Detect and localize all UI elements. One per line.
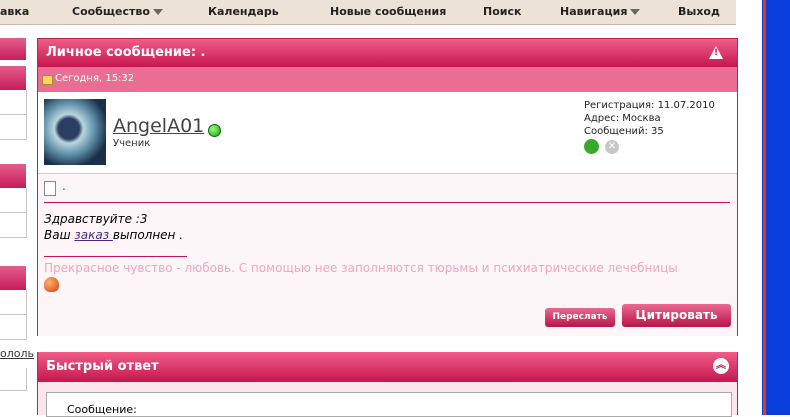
sidebar-row[interactable]: [0, 213, 27, 238]
sidebar-row[interactable]: [0, 368, 27, 391]
post-date-bar: Сегодня, 15:32: [38, 67, 737, 92]
user-address: Адрес: Москва: [584, 113, 661, 124]
post-document-icon: [44, 181, 56, 196]
nav-item-community[interactable]: Сообщество: [72, 5, 163, 18]
avatar[interactable]: [44, 99, 106, 165]
divider: [44, 202, 730, 203]
sidebar-link[interactable]: ололь: [0, 347, 34, 360]
message-line: Здравствуйте :3: [44, 212, 148, 226]
sidebar-header: [0, 266, 26, 290]
sidebar-fragment: ололь: [0, 38, 34, 415]
chevron-down-icon: [152, 9, 163, 15]
sidebar-header: [0, 164, 26, 188]
top-navbar: авка Сообщество Календарь Новые сообщени…: [0, 0, 736, 25]
panel-header: Личное сообщение: . !: [38, 39, 737, 67]
report-icon[interactable]: !: [709, 46, 723, 59]
quote-button[interactable]: Цитировать: [622, 304, 731, 327]
post-status-icon: [42, 75, 53, 85]
sidebar-row[interactable]: [0, 188, 27, 213]
window-gap: [736, 0, 762, 415]
sidebar-header: [0, 38, 26, 60]
username-link[interactable]: AngelA01: [113, 115, 204, 137]
window-edge: [762, 0, 790, 415]
offline-messenger-icon[interactable]: ✕: [605, 140, 619, 154]
nav-item-calendar[interactable]: Календарь: [208, 5, 279, 18]
quick-reply-panel: Быстрый ответ ︽ Сообщение:: [37, 352, 738, 417]
sidebar-row[interactable]: [0, 115, 27, 140]
message-label: Сообщение:: [67, 403, 137, 416]
panel-title: Личное сообщение: .: [46, 45, 206, 60]
sidebar-header: [0, 66, 26, 90]
user-role: Ученик: [113, 138, 151, 149]
quick-reply-body: Сообщение:: [38, 382, 737, 417]
sidebar-row[interactable]: [0, 90, 27, 115]
signature-divider: [44, 256, 187, 257]
user-info-row: AngelA01 Ученик Регистрация: 11.07.2010 …: [38, 93, 737, 173]
quick-reply-box: Сообщение:: [46, 392, 732, 417]
message-line: Ваш заказ выполнен .: [44, 228, 184, 242]
chevron-down-icon: [630, 9, 641, 15]
nav-item-partial[interactable]: авка: [0, 5, 29, 18]
online-status-icon: [208, 124, 221, 137]
post-date: Сегодня, 15:32: [55, 73, 135, 84]
nav-item-new-posts[interactable]: Новые сообщения: [330, 5, 446, 18]
window-edge-border: [763, 0, 766, 415]
nav-item-search[interactable]: Поиск: [483, 5, 521, 18]
sidebar-row[interactable]: [0, 315, 27, 340]
user-registration: Регистрация: 11.07.2010: [584, 100, 715, 111]
quick-reply-title: Быстрый ответ: [46, 359, 159, 374]
order-link[interactable]: заказ: [74, 228, 113, 242]
private-message-panel: Личное сообщение: . ! Сегодня, 15:32 Ang…: [37, 38, 738, 336]
user-details: Регистрация: 11.07.2010 Адрес: Москва Со…: [584, 99, 715, 138]
icq-icon[interactable]: [584, 139, 599, 154]
collapse-icon[interactable]: ︽: [713, 358, 729, 374]
signature: Прекрасное чувство - любовь. С помощью н…: [44, 260, 684, 292]
sidebar-row[interactable]: [0, 290, 27, 315]
heart-icon: [44, 277, 59, 292]
nav-item-navigation[interactable]: Навигация: [560, 5, 641, 18]
quick-reply-header: Быстрый ответ ︽: [38, 352, 737, 382]
post-title: .: [62, 179, 66, 193]
user-posts-count: Сообщений: 35: [584, 126, 664, 137]
nav-item-logout[interactable]: Выход: [678, 5, 720, 18]
forward-button[interactable]: Переслать: [545, 308, 615, 327]
post-body: . Здравствуйте :3 Ваш заказ выполнен . П…: [38, 173, 737, 336]
